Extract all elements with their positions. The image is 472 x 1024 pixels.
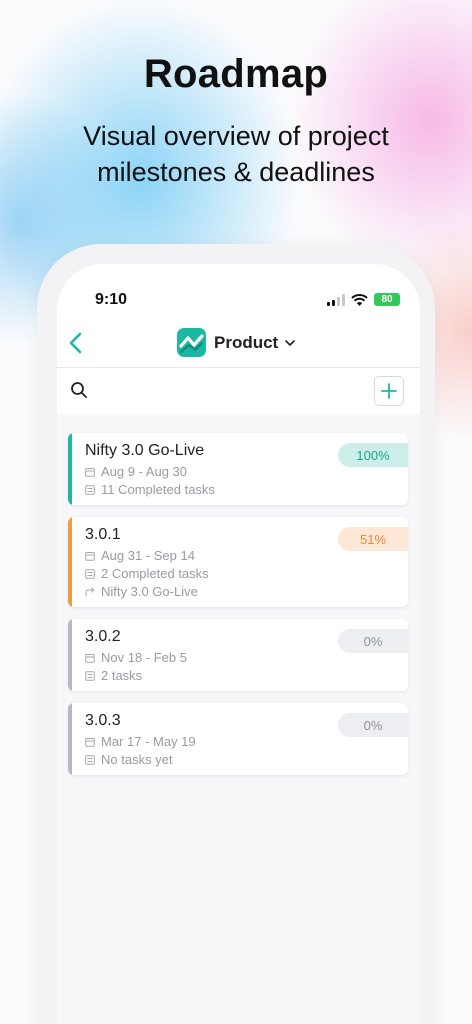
progress-badge: 0% [338,629,408,653]
calendar-icon [85,738,95,747]
milestone-dates: Aug 31 - Sep 14 [101,548,195,563]
phone-frame: 9:10 80 Product Nifty 3.0 Go-Live Aug 9 … [37,244,435,1024]
calendar-icon [85,552,95,561]
task-list-icon [85,569,95,579]
milestone-color-bar [68,433,72,505]
milestone-dates-row: Nov 18 - Feb 5 [85,649,328,667]
status-time: 9:10 [95,291,128,308]
progress-value: 0% [363,717,383,733]
back-arrow-icon[interactable] [65,330,89,356]
milestone-card[interactable]: 3.0.3 Mar 17 - May 19 No tasks yet 0% [68,703,408,775]
app-screen: 9:10 80 Product Nifty 3.0 Go-Live Aug 9 … [57,264,420,1024]
milestone-tasks-row: 2 tasks [85,667,328,685]
progress-badge: 0% [338,713,408,737]
battery-icon: 80 [374,293,400,306]
milestone-name: 3.0.2 [85,628,121,645]
project-switcher[interactable]: Product [177,328,296,357]
calendar-icon [85,468,95,477]
milestone-dates: Mar 17 - May 19 [101,734,196,749]
add-milestone-button[interactable] [374,376,404,406]
progress-badge: 100% [338,443,408,467]
promo-headline: Roadmap [143,52,329,96]
progress-value: 51% [359,531,387,547]
search-bar [57,368,420,414]
chevron-down-icon [285,339,296,346]
milestone-dates: Aug 9 - Aug 30 [101,464,188,479]
milestone-dates: Nov 18 - Feb 5 [101,650,187,665]
search-icon[interactable] [70,381,88,399]
milestone-dependency: Nifty 3.0 Go-Live [101,584,198,599]
task-list-icon [85,671,95,681]
task-list-icon [85,485,95,495]
wifi-icon [351,293,368,306]
project-title: Product [214,332,279,352]
milestone-card[interactable]: 3.0.1 Aug 31 - Sep 14 2 Completed tasks … [68,517,408,607]
milestone-color-bar [68,619,72,691]
milestone-tasks-row: 2 Completed tasks [85,565,328,583]
signal-icon [327,293,345,306]
milestone-tasks-row: No tasks yet [85,751,328,769]
progress-value: 0% [363,633,383,649]
milestone-card[interactable]: Nifty 3.0 Go-Live Aug 9 - Aug 30 11 Comp… [68,433,408,505]
milestone-dates-row: Aug 9 - Aug 30 [85,463,328,481]
task-list-icon [85,755,95,765]
calendar-icon [85,654,95,663]
milestone-card[interactable]: 3.0.2 Nov 18 - Feb 5 2 tasks 0% [68,619,408,691]
top-nav-bar: Product [57,320,420,368]
nifty-logo-icon [177,328,206,357]
milestone-dependency-row: Nifty 3.0 Go-Live [85,583,328,601]
status-icons: 80 [327,293,400,306]
milestone-color-bar [68,703,72,775]
progress-badge: 51% [338,527,408,551]
promo-subline: Visual overview of project milestones & … [83,121,389,187]
milestone-name: Nifty 3.0 Go-Live [85,442,205,459]
milestone-name: 3.0.1 [85,526,121,543]
milestone-tasks: 2 Completed tasks [101,566,209,581]
milestone-list: Nifty 3.0 Go-Live Aug 9 - Aug 30 11 Comp… [68,433,408,787]
plus-icon [381,383,397,399]
milestone-tasks: 11 Completed tasks [101,482,215,497]
milestone-color-bar [68,517,72,607]
dependency-arrow-icon [85,587,95,597]
milestone-tasks: No tasks yet [101,752,173,767]
progress-value: 100% [356,447,390,463]
milestone-dates-row: Mar 17 - May 19 [85,733,328,751]
milestone-tasks: 2 tasks [101,668,143,683]
milestone-name: 3.0.3 [85,712,121,729]
battery-level: 80 [381,294,393,305]
milestone-dates-row: Aug 31 - Sep 14 [85,547,328,565]
milestone-tasks-row: 11 Completed tasks [85,481,328,499]
